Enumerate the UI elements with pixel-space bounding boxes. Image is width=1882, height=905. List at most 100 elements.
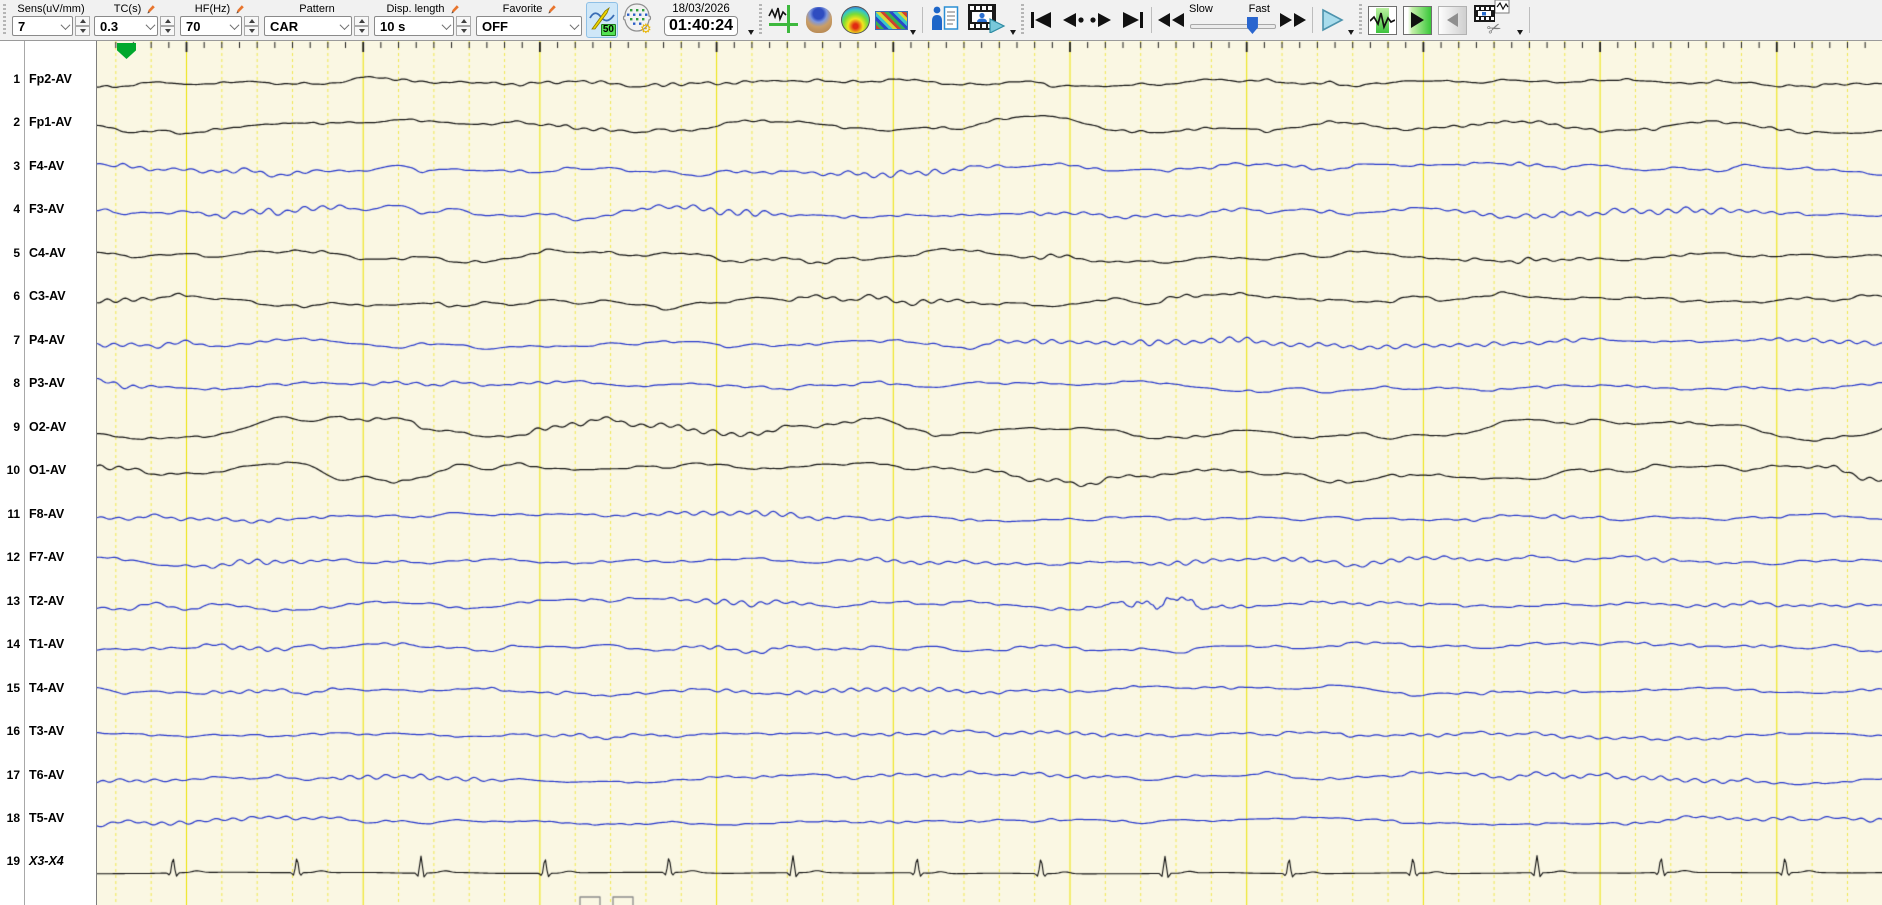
- toolbar-grip[interactable]: [3, 4, 6, 36]
- channel-row-T4-AV[interactable]: 15 T4-AV: [0, 680, 96, 696]
- channel-row-Fp1-AV[interactable]: 2 Fp1-AV: [0, 114, 96, 130]
- channel-row-O2-AV[interactable]: 9 O2-AV: [0, 419, 96, 435]
- video-button[interactable]: [964, 1, 1008, 39]
- skip-start-icon: [1031, 12, 1051, 28]
- video-menu-arrow[interactable]: [1010, 30, 1016, 35]
- favorite-combobox[interactable]: OFF: [476, 16, 582, 36]
- edit-pencil-icon[interactable]: [144, 3, 156, 15]
- pattern-label: Pattern: [299, 2, 335, 15]
- topo-map-button[interactable]: [838, 1, 872, 39]
- tc-spin-up-button[interactable]: [160, 16, 175, 26]
- rewind-button[interactable]: [1156, 5, 1186, 35]
- play-icon: [1322, 8, 1344, 32]
- clip-video-button[interactable]: ✂: [1471, 0, 1515, 41]
- toolbar-grip[interactable]: [1359, 4, 1362, 36]
- clip-video-icon: ✂: [1473, 0, 1513, 41]
- channel-row-O1-AV[interactable]: 10 O1-AV: [0, 462, 96, 478]
- pattern-spin-up-button[interactable]: [354, 16, 369, 26]
- datetime-menu-arrow[interactable]: [748, 30, 754, 35]
- edit-pencil-icon[interactable]: [448, 3, 460, 15]
- channel-row-P4-AV[interactable]: 7 P4-AV: [0, 332, 96, 348]
- step-forward-icon: [1090, 13, 1111, 27]
- hf-label: HF(Hz): [194, 2, 231, 15]
- play-menu-arrow[interactable]: [1348, 30, 1354, 35]
- patient-info-button[interactable]: [928, 1, 962, 39]
- topo-map-icon: [840, 6, 870, 34]
- review-play-button[interactable]: [1403, 5, 1432, 35]
- rewind-icon: [1158, 13, 1184, 27]
- disp-length-combobox[interactable]: 10 s: [374, 16, 454, 36]
- channel-row-T5-AV[interactable]: 18 T5-AV: [0, 810, 96, 826]
- eeg-trace-area[interactable]: [97, 41, 1882, 905]
- step-back-button[interactable]: [1057, 5, 1087, 35]
- svg-text:⚙: ⚙: [640, 22, 652, 34]
- sens-spin-down-button[interactable]: [75, 26, 90, 36]
- channel-row-T2-AV[interactable]: 13 T2-AV: [0, 593, 96, 609]
- eeg-panel: 1 Fp2-AV 2 Fp1-AV 3 F4-AV 4 F3-AV 5 C4-A…: [0, 41, 1882, 905]
- edit-pencil-icon[interactable]: [233, 3, 245, 15]
- disp-length-spin-up-button[interactable]: [456, 16, 471, 26]
- hf-combobox[interactable]: 70: [180, 16, 242, 36]
- page-back-icon: [1446, 13, 1458, 27]
- skip-end-button[interactable]: [1117, 5, 1147, 35]
- hf-spin-up-button[interactable]: [244, 16, 259, 26]
- toolbar-separator: [1151, 7, 1152, 33]
- notch-filter-button[interactable]: 50: [586, 2, 618, 38]
- tc-combobox[interactable]: 0.3: [94, 16, 158, 36]
- toolbar-grip[interactable]: [759, 4, 762, 36]
- event-mark-button[interactable]: [766, 1, 800, 39]
- pattern-spin-down-button[interactable]: [354, 26, 369, 36]
- toolbar-grip[interactable]: [1021, 4, 1024, 36]
- skip-end-icon: [1123, 12, 1143, 28]
- channel-row-Fp2-AV[interactable]: 1 Fp2-AV: [0, 71, 96, 87]
- channel-row-P3-AV[interactable]: 8 P3-AV: [0, 375, 96, 391]
- disp-length-field: Disp. length 10 s: [374, 1, 472, 39]
- channel-label-column: 1 Fp2-AV 2 Fp1-AV 3 F4-AV 4 F3-AV 5 C4-A…: [0, 41, 97, 905]
- channel-row-T3-AV[interactable]: 16 T3-AV: [0, 723, 96, 739]
- channel-row-T1-AV[interactable]: 14 T1-AV: [0, 636, 96, 652]
- maps-menu-arrow[interactable]: [910, 30, 916, 35]
- monitor-wave-button[interactable]: [1368, 5, 1397, 35]
- montage-electrodes-icon: ⚙: [621, 2, 653, 39]
- channel-row-F8-AV[interactable]: 11 F8-AV: [0, 506, 96, 522]
- montage-electrodes-button[interactable]: ⚙: [620, 1, 654, 39]
- patient-info-icon: [930, 4, 960, 37]
- channel-row-C4-AV[interactable]: 5 C4-AV: [0, 245, 96, 261]
- speed-slider-track[interactable]: [1190, 24, 1276, 29]
- current-time[interactable]: 01:40:24: [663, 16, 739, 36]
- channel-row-F7-AV[interactable]: 12 F7-AV: [0, 549, 96, 565]
- toolbar: Sens(uV/mm) 7 TC(s) 0.3 HF(Hz) 70 Patter…: [0, 0, 1882, 41]
- chevron-down-icon: [441, 19, 452, 30]
- skip-start-button[interactable]: [1027, 5, 1057, 35]
- dsa-trend-icon: [874, 10, 908, 30]
- edit-pencil-icon[interactable]: [545, 3, 557, 15]
- toolbar-separator: [922, 7, 923, 33]
- step-forward-button[interactable]: [1087, 5, 1117, 35]
- play-button[interactable]: [1317, 5, 1347, 35]
- fast-forward-button[interactable]: [1278, 5, 1308, 35]
- channel-row-F3-AV[interactable]: 4 F3-AV: [0, 201, 96, 217]
- head-3d-map-button[interactable]: [802, 1, 836, 39]
- event-mark-icon: [767, 2, 799, 39]
- toolbar-separator: [1529, 7, 1530, 33]
- channel-row-T6-AV[interactable]: 17 T6-AV: [0, 767, 96, 783]
- sens-spin-up-button[interactable]: [75, 16, 90, 26]
- tc-spin-down-button[interactable]: [160, 26, 175, 36]
- speed-slider-thumb[interactable]: [1246, 17, 1258, 34]
- pattern-combobox[interactable]: CAR: [264, 16, 352, 36]
- disp-length-spin-down-button[interactable]: [456, 26, 471, 36]
- chevron-down-icon: [569, 19, 580, 30]
- disp-length-label: Disp. length: [386, 2, 445, 15]
- page-back-button[interactable]: [1438, 5, 1467, 35]
- pattern-field: Pattern CAR: [264, 1, 370, 39]
- channel-row-C3-AV[interactable]: 6 C3-AV: [0, 288, 96, 304]
- sens-combobox[interactable]: 7: [12, 16, 74, 36]
- clip-menu-arrow[interactable]: [1517, 30, 1523, 35]
- dsa-trend-button[interactable]: [874, 1, 908, 39]
- video-icon: [966, 3, 1006, 38]
- datetime-display: 18/03/2026 01:40:24: [656, 0, 746, 40]
- svg-text:✂: ✂: [1484, 17, 1504, 36]
- channel-row-X3-X4[interactable]: 19 X3-X4: [0, 853, 96, 869]
- hf-spin-down-button[interactable]: [244, 26, 259, 36]
- channel-row-F4-AV[interactable]: 3 F4-AV: [0, 158, 96, 174]
